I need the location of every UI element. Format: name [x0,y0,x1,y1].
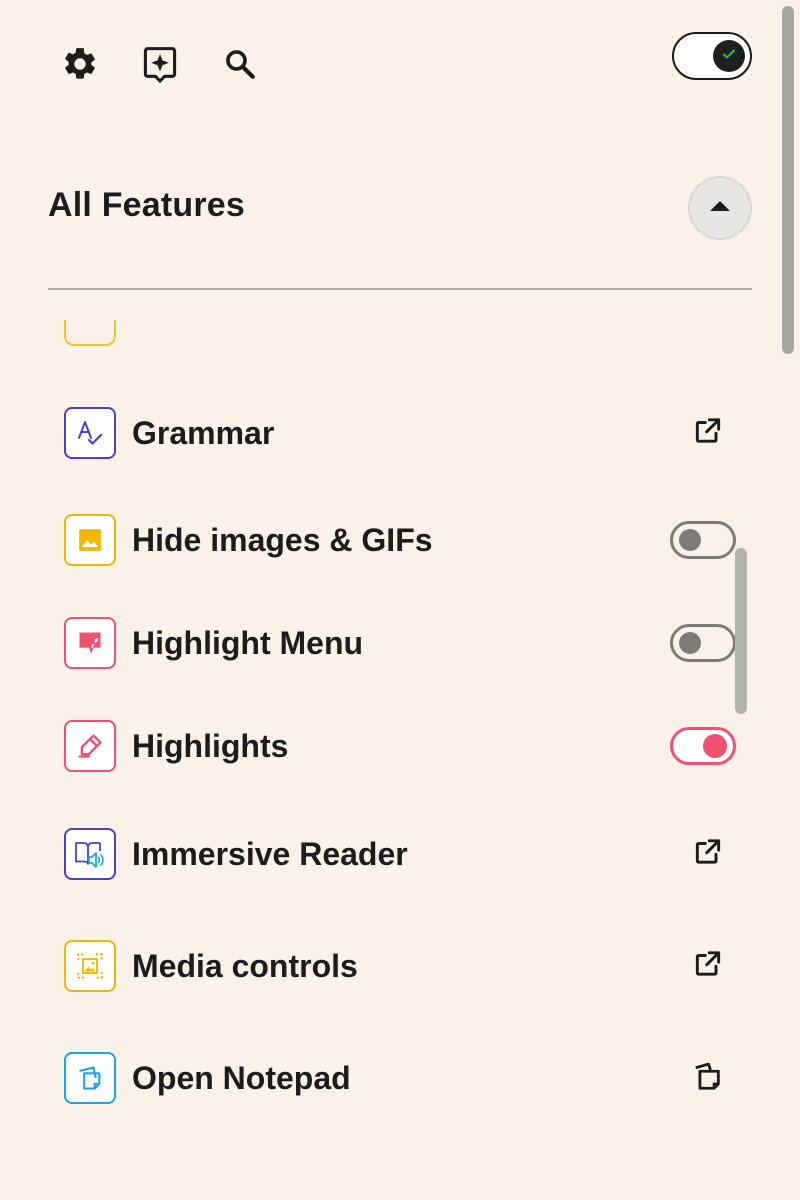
feature-row-hide-images[interactable]: Hide images & GIFs [64,510,744,570]
open-media-controls-button[interactable] [692,948,724,985]
ai-assistant-button[interactable] [136,40,184,88]
image-icon [64,514,116,566]
collapse-button[interactable] [688,176,752,240]
toggle-switch-on [670,727,736,765]
copy-notes-icon [690,1059,724,1098]
master-toggle[interactable] [672,32,752,80]
search-icon [223,47,257,81]
partially-hidden-feature-icon [64,320,116,346]
caret-up-icon [709,199,731,217]
feature-label: Media controls [132,947,358,984]
feature-row-grammar[interactable]: Grammar [64,403,744,463]
external-link-icon [692,836,724,873]
external-link-icon [692,948,724,985]
highlight-menu-toggle[interactable] [670,624,736,662]
feature-label: Hide images & GIFs [132,521,433,558]
immersive-reader-icon [64,828,116,880]
feature-row-media-controls[interactable]: Media controls [64,936,744,996]
feature-list[interactable]: Grammar Hide images & GIFs Highlight Men… [0,290,780,1200]
open-immersive-reader-button[interactable] [692,836,724,873]
hide-images-toggle[interactable] [670,521,736,559]
external-link-icon [692,415,724,452]
feature-row-open-notepad[interactable]: Open Notepad [64,1048,744,1108]
list-scrollbar[interactable] [735,548,747,714]
gear-icon [61,45,99,83]
sparkle-bubble-icon [141,44,179,84]
section-title: All Features [48,186,246,224]
master-toggle-knob [713,40,745,72]
feature-label: Immersive Reader [132,835,408,872]
feature-row-highlights[interactable]: Highlights [64,716,744,776]
feature-label: Highlights [132,727,289,764]
grammar-icon [64,407,116,459]
media-controls-icon [64,940,116,992]
feature-label: Highlight Menu [132,624,364,661]
settings-button[interactable] [56,40,104,88]
feature-label: Grammar [132,414,275,451]
page-scrollbar[interactable] [782,6,794,354]
extension-panel: All Features Grammar Hide images & GIFs … [0,0,800,1200]
open-notepad-button[interactable] [690,1059,724,1098]
search-button[interactable] [216,40,264,88]
notepad-icon [64,1052,116,1104]
feature-row-immersive-reader[interactable]: Immersive Reader [64,824,744,884]
highlights-toggle[interactable] [670,727,736,765]
highlighter-icon [64,720,116,772]
check-icon [721,46,737,67]
open-grammar-button[interactable] [692,415,724,452]
highlight-menu-icon [64,617,116,669]
toggle-switch-off [670,624,736,662]
feature-label: Open Notepad [132,1059,351,1096]
toggle-switch-off [670,521,736,559]
feature-row-highlight-menu[interactable]: Highlight Menu [64,613,744,673]
